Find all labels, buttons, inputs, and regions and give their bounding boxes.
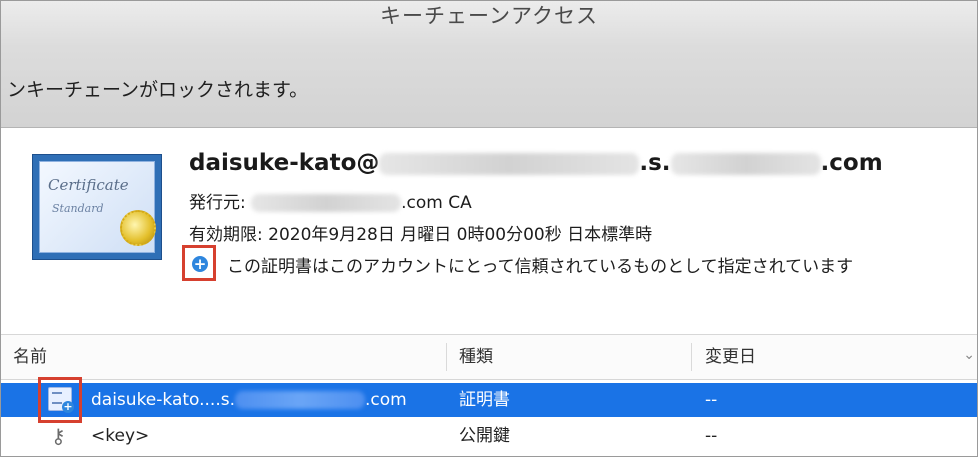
window-title: キーチェーンアクセス [380,4,598,28]
trust-icon-highlight: + [182,245,216,281]
row-kind: 証明書 [459,390,510,410]
column-header-name[interactable]: 名前 [13,335,47,379]
trust-text: この証明書はこのアカウントにとって信頼されているものとして指定されています [227,257,854,277]
table-header: 名前 種類 変更日 ⌄ [1,334,977,380]
certificate-detail-pane: Certificate Standard daisuke-kato@ .s. .co… [1,128,977,334]
column-header-kind[interactable]: 種類 [459,335,493,379]
cert-name-mid: .s. [639,150,671,176]
row-date: -- [705,426,718,446]
redacted-region [379,152,640,175]
cert-name-suffix: .com [820,150,883,176]
certificate-icon-text: Certificate [48,176,129,194]
column-header-date[interactable]: 変更日 [705,335,756,379]
key-icon: ⚷ [51,424,66,448]
redacted-region [251,194,402,212]
certificate-issuer: 発行元: .com CA [189,188,472,213]
seal-icon [120,210,156,246]
issuer-label: 発行元: [189,193,246,213]
redacted-region [670,152,821,175]
row-date: -- [705,390,718,410]
keychain-window: キーチェーンアクセス ンキーチェーンがロックされます。 Certificate … [0,0,978,457]
cert-name-prefix: daisuke-kato@ [189,150,380,176]
row-name: daisuke-kato....s. .com [91,383,407,417]
table-row-certificate[interactable]: daisuke-kato....s. .com 証明書 -- [1,383,977,417]
certificate-large-icon: Certificate Standard [32,154,162,260]
column-divider [691,343,692,371]
chevron-down-icon[interactable]: ⌄ [963,347,975,363]
certificate-icon-subtext: Standard [52,202,104,215]
row-name-suffix: .com [365,390,407,410]
certificate-icon-highlight [38,377,82,423]
toolbar: ンキーチェーンがロックされます。 [1,47,977,128]
certificate-name: daisuke-kato@ .s. .com [189,150,883,176]
row-name-prefix: daisuke-kato....s. [91,390,236,410]
table-row-key[interactable]: ⚷ <key> 公開鍵 -- [1,419,977,453]
certificate-icon-face: Certificate Standard [39,161,156,253]
row-name: <key> [91,426,150,446]
lock-notice: ンキーチェーンがロックされます。 [7,79,309,101]
redacted-region [235,391,366,409]
expiry-label: 有効期限: [189,225,263,245]
issuer-value: .com CA [401,193,472,213]
title-bar: キーチェーンアクセス [1,1,977,47]
expiry-value: 2020年9月28日 月曜日 0時00分00秒 日本標準時 [268,225,653,245]
row-kind: 公開鍵 [459,426,510,446]
column-divider [446,343,447,371]
trust-plus-icon[interactable]: + [192,256,208,272]
certificate-expiry: 有効期限: 2020年9月28日 月曜日 0時00分00秒 日本標準時 [189,220,652,245]
